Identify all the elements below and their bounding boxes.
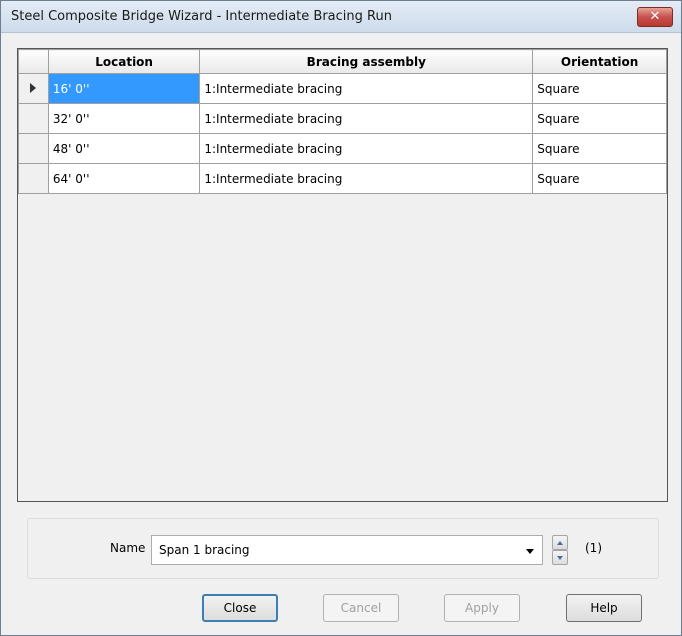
location-cell[interactable]: 16' 0'': [47, 73, 201, 104]
name-count: (1): [585, 541, 602, 555]
close-button[interactable]: Close: [202, 594, 278, 622]
arrow-up-icon: [557, 540, 563, 545]
spin-up-button[interactable]: [552, 535, 568, 550]
bracing-run-dialog: Steel Composite Bridge Wizard - Intermed…: [0, 0, 682, 636]
location-cell[interactable]: 48' 0'': [47, 133, 201, 164]
bracing-assembly-cell[interactable]: 1:Intermediate bracing: [199, 103, 534, 134]
column-header-location[interactable]: Location: [47, 49, 201, 74]
column-header-orientation[interactable]: Orientation: [532, 49, 667, 74]
name-panel: Name Span 1 bracing (1): [27, 518, 659, 579]
name-label: Name: [110, 541, 146, 555]
current-row-arrow-icon: [30, 82, 37, 93]
location-cell[interactable]: 64' 0'': [47, 163, 201, 194]
bracing-assembly-cell[interactable]: 1:Intermediate bracing: [199, 163, 534, 194]
name-combobox[interactable]: Span 1 bracing: [151, 535, 543, 565]
row-header[interactable]: [18, 73, 49, 104]
orientation-cell[interactable]: Square: [532, 103, 667, 134]
window-title: Steel Composite Bridge Wizard - Intermed…: [11, 9, 392, 24]
orientation-cell[interactable]: Square: [532, 73, 667, 104]
table-row[interactable]: 32' 0'' 1:Intermediate bracing Square: [18, 103, 667, 134]
title-bar[interactable]: Steel Composite Bridge Wizard - Intermed…: [1, 1, 681, 33]
table-row[interactable]: 16' 0'' 1:Intermediate bracing Square: [18, 73, 667, 104]
cancel-button[interactable]: Cancel: [323, 594, 399, 622]
chevron-down-icon[interactable]: [526, 549, 534, 554]
spin-down-button[interactable]: [552, 550, 568, 565]
name-spinner[interactable]: [552, 535, 568, 565]
table-row[interactable]: 64' 0'' 1:Intermediate bracing Square: [18, 163, 667, 194]
column-header-bracing-assembly[interactable]: Bracing assembly: [199, 49, 534, 74]
name-combobox-value: Span 1 bracing: [159, 543, 250, 557]
table-header-row: Location Bracing assembly Orientation: [18, 49, 667, 74]
arrow-down-icon: [557, 555, 563, 560]
orientation-cell[interactable]: Square: [532, 163, 667, 194]
row-header[interactable]: [18, 133, 49, 164]
row-header[interactable]: [18, 103, 49, 134]
apply-button[interactable]: Apply: [444, 594, 520, 622]
table-row[interactable]: 48' 0'' 1:Intermediate bracing Square: [18, 133, 667, 164]
bracing-assembly-cell[interactable]: 1:Intermediate bracing: [199, 133, 534, 164]
row-header[interactable]: [18, 163, 49, 194]
corner-header: [18, 49, 49, 74]
bracing-assembly-cell[interactable]: 1:Intermediate bracing: [199, 73, 534, 104]
bracing-grid: Location Bracing assembly Orientation 16…: [17, 48, 668, 502]
location-cell[interactable]: 32' 0'': [47, 103, 201, 134]
orientation-cell[interactable]: Square: [532, 133, 667, 164]
help-button[interactable]: Help: [566, 594, 642, 622]
bracing-table: Location Bracing assembly Orientation 16…: [18, 49, 667, 194]
close-icon[interactable]: ✕: [637, 7, 673, 27]
